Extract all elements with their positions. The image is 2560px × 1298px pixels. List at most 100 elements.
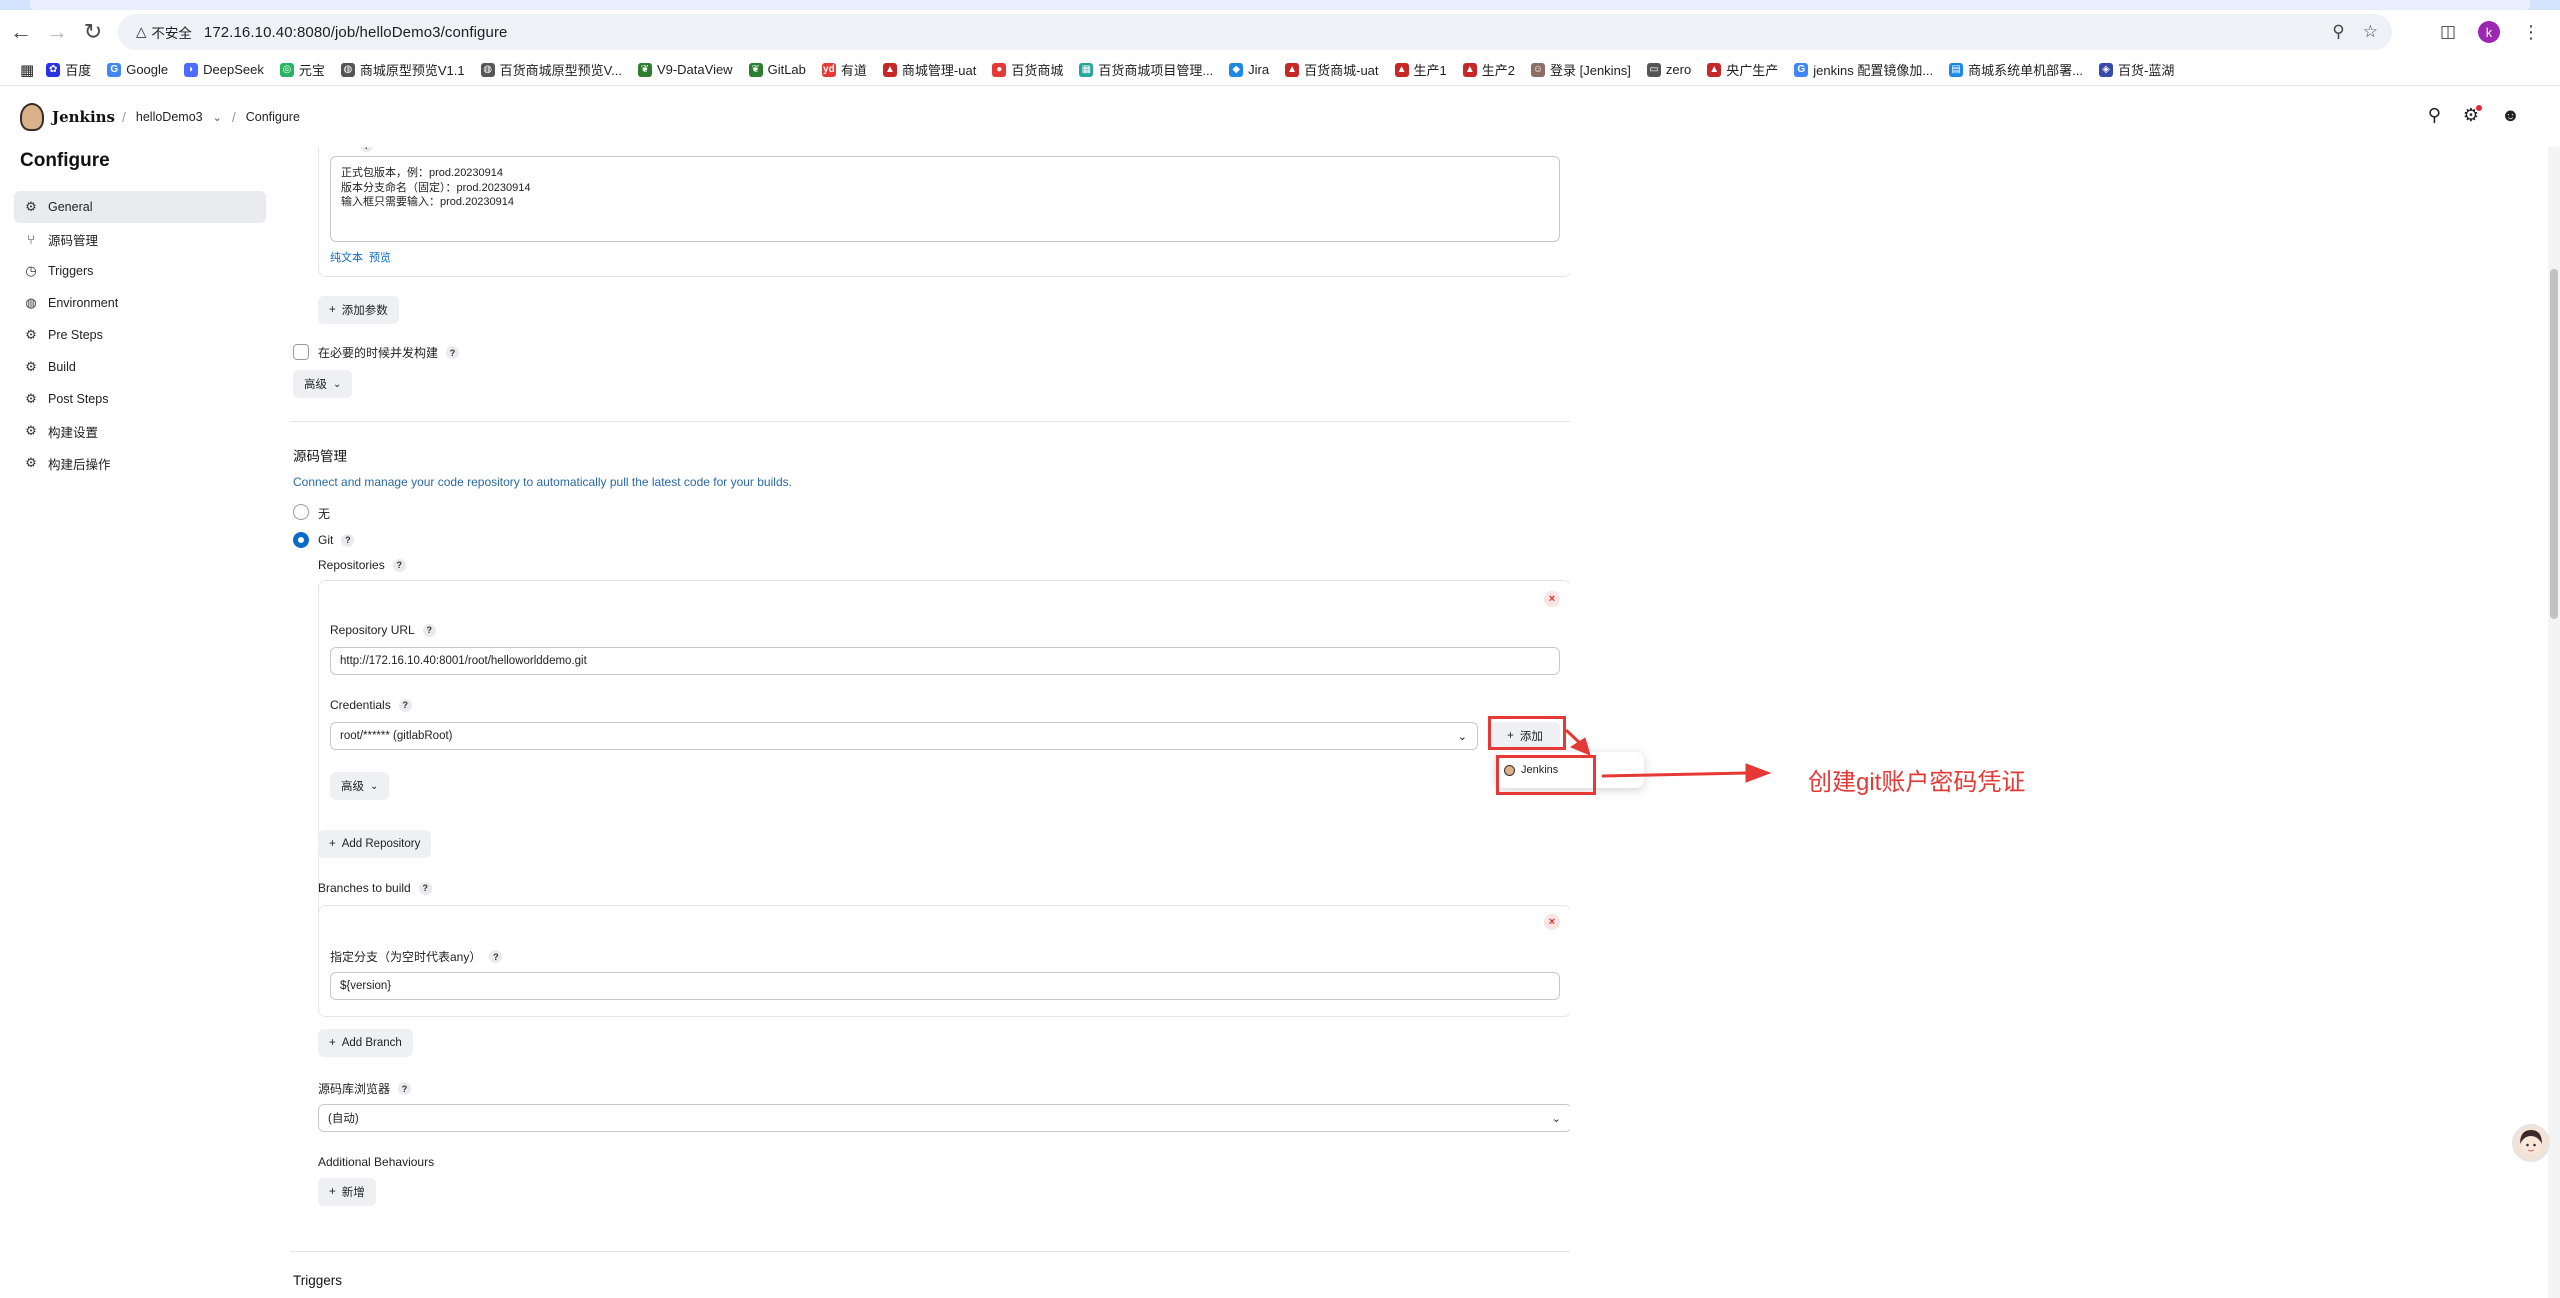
add-behaviour-button[interactable]: + 新增 bbox=[318, 1178, 376, 1206]
address-bar[interactable]: △ 不安全 172.16.10.40:8080/job/helloDemo3/c… bbox=[118, 14, 2392, 50]
add-branch-button[interactable]: + Add Branch bbox=[318, 1029, 413, 1057]
remove-repository-icon[interactable]: × bbox=[1544, 591, 1560, 607]
zoom-icon[interactable]: ⚲ bbox=[2332, 22, 2344, 42]
breadcrumb-job[interactable]: helloDemo3 bbox=[136, 110, 203, 124]
bookmark-label: V9-DataView bbox=[656, 62, 733, 77]
bookmark-item[interactable]: ◍ 商城原型预览V1.1 bbox=[333, 57, 473, 83]
plain-text-link[interactable]: 纯文本 bbox=[330, 249, 363, 265]
active-tab[interactable] bbox=[30, 0, 2530, 10]
jenkins-brand[interactable]: Jenkins bbox=[52, 108, 115, 126]
concurrent-label: 在必要的时候并发构建 ? bbox=[318, 344, 460, 361]
bookmark-item[interactable]: ▲ 生产2 bbox=[1455, 57, 1523, 83]
sidebar-item[interactable]: ◍ Environment bbox=[14, 287, 266, 319]
sidebar-item[interactable]: ◷ Triggers bbox=[14, 255, 266, 287]
search-icon[interactable]: ⚲ bbox=[2428, 105, 2441, 126]
add-repository-button[interactable]: + Add Repository bbox=[318, 830, 432, 858]
repo-url-input[interactable]: http://172.16.10.40:8001/root/helloworld… bbox=[330, 647, 1560, 675]
repo-browser-select[interactable]: (自动) ⌄ bbox=[318, 1104, 1570, 1132]
user-icon[interactable]: ☻ bbox=[2501, 105, 2520, 126]
doc-icon: ▤ bbox=[1949, 62, 1964, 77]
advanced-button[interactable]: 高级 ⌄ bbox=[293, 370, 353, 398]
bookmark-item[interactable]: ◍ 百货商城原型预览V... bbox=[473, 57, 630, 83]
sidebar-item[interactable]: ⚙ Build bbox=[14, 351, 266, 383]
bookmark-label: GitLab bbox=[767, 62, 806, 77]
description-textarea[interactable]: 正式包版本，例：prod.20230914 版本分支命名（固定）：prod.20… bbox=[330, 156, 1560, 242]
bookmark-item[interactable]: ▭ zero bbox=[1639, 57, 1699, 83]
bookmark-item[interactable]: ▤ 商城系统单机部署... bbox=[1941, 57, 2091, 83]
concurrent-checkbox[interactable] bbox=[293, 344, 309, 360]
sidebar-item[interactable]: ⚙ Post Steps bbox=[14, 383, 266, 415]
help-icon[interactable]: ? bbox=[398, 698, 412, 712]
repo-browser-value: (自动) bbox=[328, 1113, 359, 1125]
help-icon[interactable]: ? bbox=[398, 1082, 412, 1095]
sidebar-item[interactable]: ⚙ Pre Steps bbox=[14, 319, 266, 351]
bookmark-item[interactable]: ▲ 生产1 bbox=[1387, 57, 1455, 83]
preview-link[interactable]: 预览 bbox=[369, 249, 391, 265]
bookmark-item[interactable]: ❦ GitLab bbox=[741, 57, 814, 83]
page-scrollbar[interactable] bbox=[2548, 147, 2560, 1298]
bookmark-item[interactable]: ◎ 元宝 bbox=[272, 57, 333, 83]
bookmark-item[interactable]: ▲ 百货商城-uat bbox=[1277, 57, 1386, 83]
help-icon[interactable]: ? bbox=[341, 533, 355, 547]
forward-icon[interactable]: → bbox=[42, 17, 72, 47]
jenkins-logo-icon[interactable] bbox=[20, 103, 44, 131]
help-icon[interactable]: ? bbox=[360, 147, 373, 152]
add-param-button[interactable]: + 添加参数 bbox=[318, 296, 399, 324]
help-icon[interactable]: ? bbox=[489, 950, 503, 963]
sidebar-item[interactable]: ⚙ 构建后操作 bbox=[14, 447, 266, 479]
menu-icon[interactable]: ⋮ bbox=[2522, 22, 2540, 43]
bookmark-item[interactable]: ▦ 百货商城项目管理... bbox=[1071, 57, 1221, 83]
extensions-icon[interactable]: ◫ bbox=[2440, 22, 2456, 42]
bookmark-item[interactable]: ● 百货商城 bbox=[984, 57, 1071, 83]
help-icon[interactable]: ? bbox=[392, 558, 406, 572]
bookmark-item[interactable]: G Google bbox=[99, 57, 176, 83]
star-icon[interactable]: ☆ bbox=[2363, 22, 2378, 42]
bookmark-item[interactable]: yd 有道 bbox=[814, 57, 875, 83]
plus-icon: + bbox=[329, 838, 336, 850]
bookmark-item[interactable]: Gjenkins 配置镜像加... bbox=[1786, 57, 1941, 83]
breadcrumb-page[interactable]: Configure bbox=[246, 110, 300, 124]
bookmark-item[interactable]: ▲ 商城管理-uat bbox=[875, 57, 984, 83]
bookmark-label: 有道 bbox=[840, 63, 867, 78]
credentials-select[interactable]: root/****** (gitlabRoot) ⌄ bbox=[330, 722, 1478, 750]
sidebar-item[interactable]: ⚙ General bbox=[14, 191, 266, 223]
bookmark-item[interactable]: ◆ Jira bbox=[1221, 57, 1277, 83]
bookmark-item[interactable]: ◗ DeepSeek bbox=[176, 57, 272, 83]
add-behaviour-label: 新增 bbox=[341, 1187, 365, 1199]
url-text[interactable]: 172.16.10.40:8080/job/helloDemo3/configu… bbox=[204, 24, 508, 41]
sidebar-item[interactable]: ⚙ 构建设置 bbox=[14, 415, 266, 447]
bookmark-icon: ▲ bbox=[1285, 62, 1300, 77]
chevron-down-icon[interactable]: ⌄ bbox=[213, 111, 222, 124]
scroll-thumb[interactable] bbox=[2550, 269, 2558, 619]
scm-none-radio[interactable] bbox=[293, 504, 309, 520]
help-icon[interactable]: ? bbox=[422, 623, 436, 637]
bookmark-item[interactable]: ◈ 百货-蓝湖 bbox=[2091, 57, 2182, 83]
apps-icon[interactable]: ▦ bbox=[12, 57, 38, 83]
security-chip[interactable]: △ 不安全 bbox=[128, 18, 200, 46]
remove-branch-icon[interactable]: × bbox=[1544, 914, 1560, 930]
reload-icon[interactable]: ↻ bbox=[78, 17, 108, 47]
repo-advanced-button[interactable]: 高级 ⌄ bbox=[330, 772, 390, 800]
branch-specifier-input[interactable]: ${version} bbox=[330, 972, 1560, 1000]
manage-gear-icon[interactable]: ⚙ bbox=[2463, 105, 2483, 126]
bookmark-item[interactable]: ❦ V9-DataView bbox=[630, 57, 741, 83]
sidebar-item[interactable]: ⑂ 源码管理 bbox=[14, 223, 266, 255]
bookmark-label: 商城系统单机部署... bbox=[1968, 63, 2083, 78]
branch-specifier-text: 指定分支（为空时代表any） bbox=[330, 950, 482, 964]
bookmark-item[interactable]: ✿ 百度 bbox=[38, 57, 99, 83]
lanhu-icon: ◈ bbox=[2099, 62, 2113, 77]
annotation-box-add bbox=[1488, 716, 1566, 750]
help-icon[interactable]: ? bbox=[446, 346, 460, 359]
repositories-text: Repositories bbox=[318, 558, 385, 572]
scm-git-radio[interactable] bbox=[293, 532, 309, 548]
gear-icon: ⚙ bbox=[25, 327, 37, 342]
help-icon[interactable]: ? bbox=[418, 881, 432, 895]
globe-icon: ◍ bbox=[25, 295, 37, 310]
bookmark-item[interactable]: ☺ 登录 [Jenkins] bbox=[1523, 57, 1639, 83]
shop-icon: ● bbox=[992, 62, 1007, 77]
profile-avatar[interactable]: k bbox=[2478, 21, 2500, 43]
back-icon[interactable]: ← bbox=[6, 17, 36, 47]
security-label: 不安全 bbox=[151, 26, 192, 41]
assistant-avatar-icon[interactable] bbox=[2512, 1124, 2550, 1162]
bookmark-item[interactable]: ▲ 央广生产 bbox=[1699, 57, 1786, 83]
